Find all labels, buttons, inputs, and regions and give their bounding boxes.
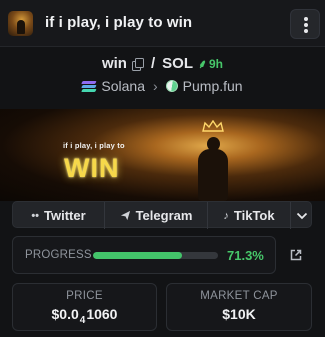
- send-icon: [120, 210, 130, 221]
- price-prefix: $0.0: [51, 306, 79, 322]
- token-header: if i play, i play to win: [0, 0, 325, 47]
- bonding-progress: PROGRESS 71.3%: [12, 236, 276, 274]
- token-symbol: win: [101, 55, 127, 72]
- chain-breadcrumb: Solana › Pump.fun: [0, 77, 325, 98]
- more-vertical-icon-dot: [304, 29, 308, 33]
- tiktok-icon: ♪: [223, 209, 229, 222]
- price-zero-count: 4: [79, 315, 86, 326]
- banner-subtitle: if i play, i play to: [63, 141, 125, 150]
- progress-label: PROGRESS: [25, 249, 92, 261]
- chevron-down-icon: [296, 212, 308, 219]
- progress-value: 71.3%: [227, 248, 264, 263]
- external-link-icon: [290, 249, 301, 261]
- chevron-right-icon: ›: [152, 78, 158, 94]
- market-cap-card: MARKET CAP $10K: [166, 283, 312, 331]
- market-cap-label: MARKET CAP: [200, 290, 278, 302]
- social-links: •• Twitter Telegram ♪ TikTok: [12, 201, 313, 229]
- token-avatar: [8, 11, 33, 36]
- more-socials-button[interactable]: [290, 202, 313, 229]
- quote-symbol: SOL: [162, 55, 193, 72]
- telegram-label: Telegram: [135, 208, 193, 223]
- more-vertical-icon: [304, 17, 308, 21]
- token-pair: win / SOL ⸙ 9h: [0, 55, 325, 75]
- price-label: PRICE: [66, 290, 103, 302]
- tiktok-link[interactable]: ♪ TikTok: [207, 202, 290, 229]
- pair-age: ⸙ 9h: [198, 55, 223, 72]
- banner-headline: WIN: [64, 153, 120, 183]
- twitter-link[interactable]: •• Twitter: [13, 202, 104, 229]
- price-value: $0.041060: [13, 306, 156, 326]
- pair-separator: /: [150, 55, 156, 72]
- tiktok-label: TikTok: [233, 208, 275, 223]
- solana-icon: [81, 80, 97, 92]
- open-external-button[interactable]: [279, 236, 312, 274]
- pumpfun-icon: [163, 77, 181, 95]
- sprout-icon: ⸙: [197, 57, 207, 71]
- price-card: PRICE $0.041060: [12, 283, 157, 331]
- more-vertical-icon-dot: [304, 23, 308, 27]
- users-icon: ••: [31, 209, 40, 222]
- progress-bar: [93, 252, 218, 259]
- copy-icon[interactable]: [131, 57, 144, 71]
- market-cap-value: $10K: [222, 306, 256, 322]
- telegram-link[interactable]: Telegram: [104, 202, 207, 229]
- more-menu-button[interactable]: [290, 9, 320, 39]
- token-banner: if i play, i play to WIN: [0, 109, 325, 201]
- token-title: if i play, i play to win: [45, 14, 193, 31]
- pair-age-value: 9h: [209, 56, 224, 71]
- praying-figure: [195, 131, 229, 201]
- twitter-label: Twitter: [44, 208, 86, 223]
- progress-fill: [93, 252, 183, 259]
- chain-network[interactable]: Solana: [101, 78, 145, 94]
- chain-platform[interactable]: Pump.fun: [183, 78, 243, 94]
- price-suffix: 1060: [86, 306, 118, 322]
